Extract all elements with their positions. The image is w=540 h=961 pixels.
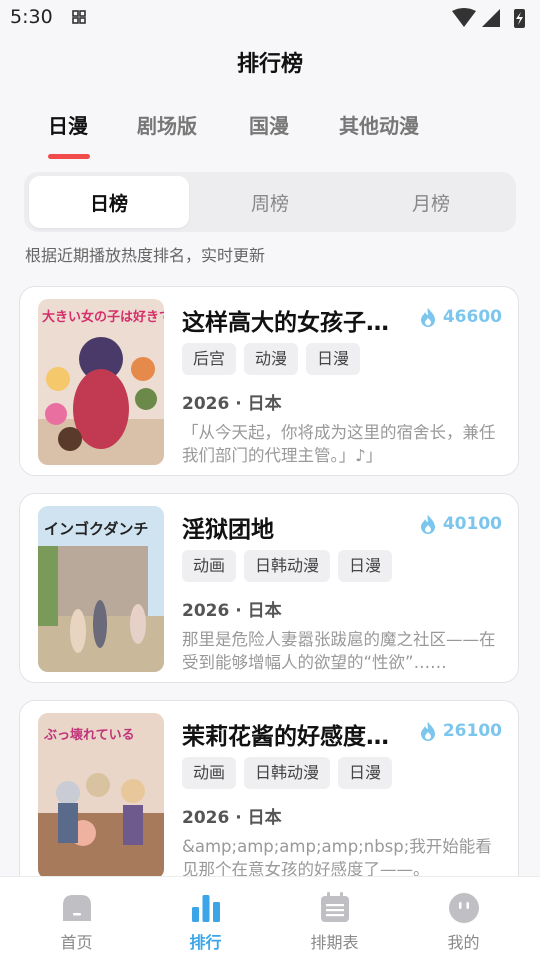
tag[interactable]: 日漫 bbox=[306, 343, 361, 375]
flame-icon bbox=[420, 722, 435, 741]
status-time: 5:30 bbox=[10, 6, 53, 28]
ranking-item-1[interactable]: 大きい女の子は好きですか? 这样高大的女孩子可以吗 46600 后宫 动漫 日漫… bbox=[19, 286, 519, 476]
flame-icon bbox=[420, 308, 435, 327]
item-meta: 2026 · 日本 bbox=[182, 601, 282, 621]
svg-text:インゴクダンチ: インゴクダンチ bbox=[44, 520, 148, 538]
status-indicators-icon bbox=[452, 8, 525, 28]
tag-list: 动画 日韩动漫 日漫 bbox=[182, 550, 393, 582]
period-monthly[interactable]: 月榜 bbox=[351, 176, 511, 228]
item-meta: 2026 · 日本 bbox=[182, 808, 282, 828]
nav-label: 我的 bbox=[447, 933, 480, 952]
nav-label: 排期表 bbox=[310, 933, 359, 952]
item-description: &amp;amp;amp;amp;nbsp;我开始能看见那个在意女孩的好感度了—… bbox=[182, 837, 492, 879]
tab-active-indicator bbox=[48, 154, 90, 159]
tab-chinese-anime[interactable]: 国漫 bbox=[249, 110, 289, 139]
period-weekly[interactable]: 周榜 bbox=[190, 176, 350, 228]
item-title: 淫狱团地 bbox=[182, 517, 274, 543]
tag[interactable]: 日漫 bbox=[338, 757, 393, 789]
nav-schedule[interactable]: 排期表 bbox=[267, 877, 402, 961]
heat-value: 46600 bbox=[442, 307, 502, 327]
tag[interactable]: 动画 bbox=[182, 550, 237, 582]
nav-home[interactable]: 首页 bbox=[9, 877, 144, 961]
ranking-hint: 根据近期播放热度排名，实时更新 bbox=[25, 246, 266, 265]
page-title: 排行榜 bbox=[236, 52, 303, 77]
profile-icon bbox=[448, 893, 479, 923]
home-icon bbox=[62, 895, 91, 921]
ranking-item-3[interactable]: ぶっ壊れている 茉莉花酱的好感度已经被毁了 26100 动画 日韩动漫 日漫 2… bbox=[19, 700, 519, 890]
heat-score: 46600 bbox=[419, 307, 502, 327]
item-title: 茉莉花酱的好感度已经被毁了 bbox=[182, 724, 404, 750]
flame-icon bbox=[420, 515, 435, 534]
heat-value: 26100 bbox=[442, 721, 502, 741]
tab-japanese-anime[interactable]: 日漫 bbox=[48, 110, 88, 139]
nav-label: 首页 bbox=[60, 933, 93, 952]
tag[interactable]: 日韩动漫 bbox=[244, 757, 331, 789]
app-grid-icon bbox=[72, 10, 86, 24]
item-description: 「从今天起，你将成为这里的宿舍长，兼任我们部门的代理主管。」♪」 bbox=[182, 423, 496, 465]
svg-text:大きい女の子は好きですか?: 大きい女の子は好きですか? bbox=[42, 309, 164, 325]
nav-label: 排行 bbox=[189, 933, 222, 952]
nav-ranking[interactable]: 排行 bbox=[138, 877, 273, 961]
heat-score: 40100 bbox=[419, 514, 502, 534]
period-daily[interactable]: 日榜 bbox=[29, 176, 189, 228]
cover-image[interactable]: インゴクダンチ bbox=[38, 506, 164, 672]
tag[interactable]: 日漫 bbox=[338, 550, 393, 582]
bottom-nav: 首页 排行 排期表 我的 bbox=[0, 876, 540, 961]
nav-profile[interactable]: 我的 bbox=[396, 877, 531, 961]
ranking-icon bbox=[191, 895, 220, 922]
ranking-item-2[interactable]: インゴクダンチ 淫狱团地 40100 动画 日韩动漫 日漫 2026 · 日本 … bbox=[19, 493, 519, 683]
tab-movies[interactable]: 剧场版 bbox=[137, 110, 197, 139]
status-bar: 5:30 bbox=[0, 0, 540, 36]
period-selector: 日榜 周榜 月榜 bbox=[24, 172, 516, 232]
tag[interactable]: 动漫 bbox=[244, 343, 299, 375]
tag-list: 动画 日韩动漫 日漫 bbox=[182, 757, 393, 789]
cover-image[interactable]: 大きい女の子は好きですか? bbox=[38, 299, 164, 465]
tag[interactable]: 后宫 bbox=[182, 343, 237, 375]
heat-value: 40100 bbox=[442, 514, 502, 534]
cover-image[interactable]: ぶっ壊れている bbox=[38, 713, 164, 879]
heat-score: 26100 bbox=[419, 721, 502, 741]
tag[interactable]: 日韩动漫 bbox=[244, 550, 331, 582]
tag-list: 后宫 动漫 日漫 bbox=[182, 343, 361, 375]
svg-text:ぶっ壊れている: ぶっ壊れている bbox=[43, 727, 135, 743]
item-description: 那里是危险人妻嚣张跋扈的魔之社区——在受到能够增幅人的欲望的“性欲”…… bbox=[182, 630, 496, 672]
item-title: 这样高大的女孩子可以吗 bbox=[182, 310, 404, 336]
tab-other-anime[interactable]: 其他动漫 bbox=[339, 110, 419, 139]
item-meta: 2026 · 日本 bbox=[182, 394, 282, 414]
calendar-icon bbox=[320, 892, 349, 922]
tag[interactable]: 动画 bbox=[182, 757, 237, 789]
